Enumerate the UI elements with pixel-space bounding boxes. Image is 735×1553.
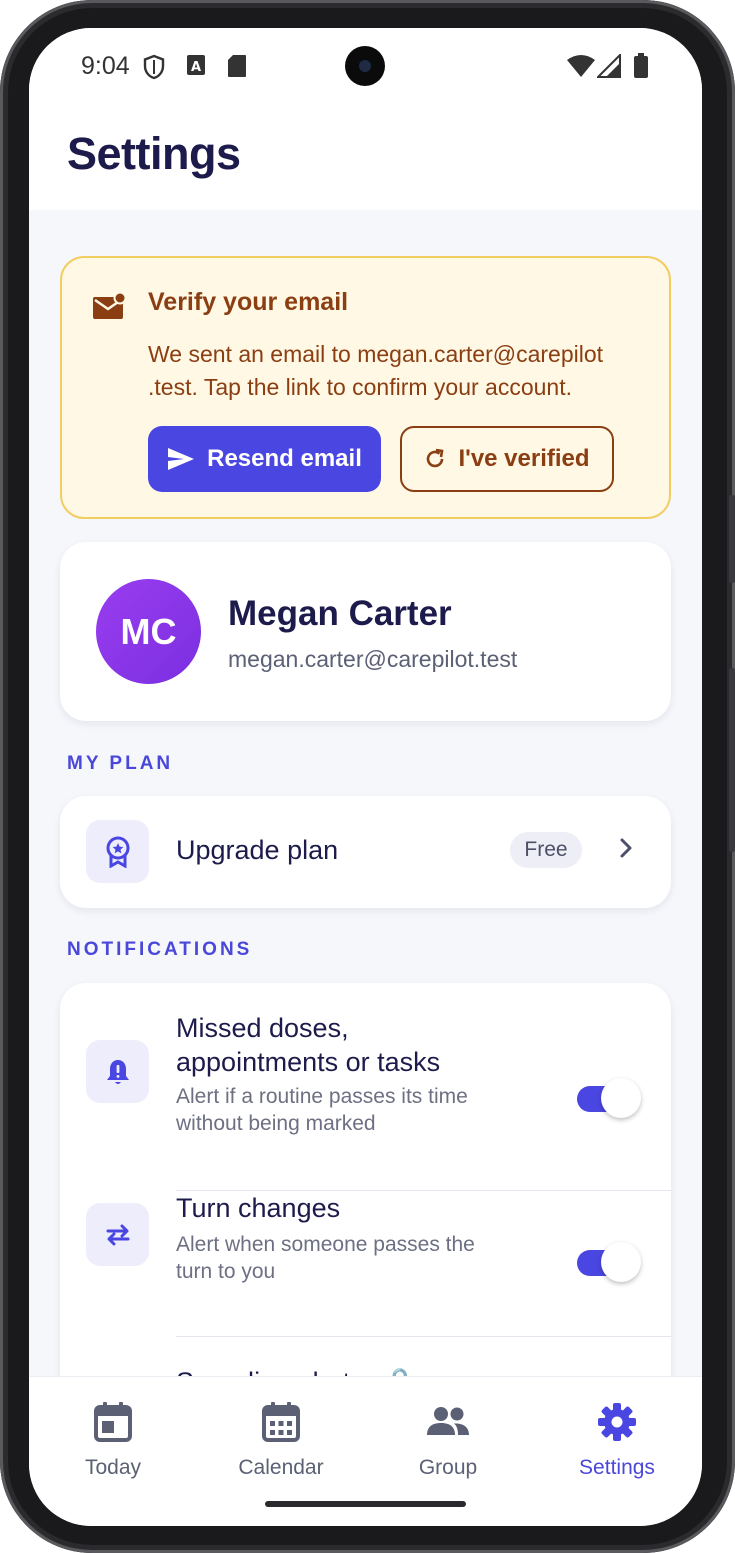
turn-changes-title: Turn changes — [176, 1193, 341, 1223]
power-button — [729, 668, 735, 852]
people-icon — [427, 1407, 469, 1435]
profile-email: megan.carter@carepilot.test — [228, 646, 518, 672]
a-badge-icon: A — [187, 55, 205, 75]
nav-item-calendar[interactable]: Calendar — [211, 1401, 351, 1480]
signal-icon — [597, 54, 621, 78]
section-label-my-plan: MY PLAN — [67, 753, 174, 774]
nav-label-calendar: Calendar — [238, 1456, 324, 1479]
verify-message-line-2: .test. Tap the link to confirm your acco… — [148, 374, 573, 400]
profile-name: Megan Carter — [228, 594, 452, 633]
resend-email-label: Resend email — [207, 445, 362, 472]
nav-label-settings: Settings — [579, 1456, 655, 1479]
missed-doses-description: Alert if a routine passes its time witho… — [176, 1083, 536, 1137]
missed-doses-toggle[interactable] — [577, 1078, 641, 1118]
plan-icon-tile — [86, 820, 149, 883]
section-label-notifications: NOTIFICATIONS — [67, 939, 253, 960]
send-icon — [168, 448, 195, 470]
nav-item-today[interactable]: Today — [43, 1401, 183, 1480]
bell-alert-icon — [106, 1059, 129, 1084]
home-indicator[interactable] — [265, 1501, 466, 1507]
toggle-knob — [601, 1242, 641, 1282]
front-camera — [345, 46, 385, 86]
award-icon — [106, 836, 129, 868]
missed-doses-description-line-2: without being marked — [176, 1112, 376, 1135]
nav-item-settings[interactable]: Settings — [547, 1401, 687, 1480]
battery-icon — [634, 53, 648, 78]
missed-doses-title: Missed doses, appointments or tasks — [176, 1011, 440, 1079]
sd-card-icon — [228, 55, 246, 77]
plan-badge: Free — [510, 832, 582, 868]
mail-alert-icon — [93, 292, 126, 319]
profile-card[interactable]: MC Megan Carter megan.carter@carepilot.t… — [60, 542, 671, 721]
verify-title: Verify your email — [148, 288, 349, 316]
upgrade-plan-label: Upgrade plan — [176, 835, 339, 865]
turn-changes-description-line-1: Alert when someone passes the — [176, 1233, 475, 1256]
bottom-nav: Today Calendar Group Settings — [29, 1376, 702, 1526]
turn-changes-toggle[interactable] — [577, 1242, 641, 1282]
turn-changes-icon-tile — [86, 1203, 149, 1266]
verify-email-banner: Verify your email We sent an email to me… — [60, 256, 671, 519]
upgrade-plan-row[interactable]: Upgrade plan Free — [60, 796, 671, 908]
phone-frame: 9:04 A Settings Verify your email We sen… — [0, 0, 735, 1553]
ive-verified-label: I've verified — [458, 445, 590, 472]
missed-doses-title-line-2: appointments or tasks — [176, 1047, 441, 1077]
notifications-card: Missed doses, appointments or tasks Aler… — [60, 983, 671, 1440]
turn-changes-description-line-2: turn to you — [176, 1260, 276, 1283]
page-header: Settings — [29, 106, 702, 210]
verify-message: We sent an email to megan.carter@carepil… — [148, 338, 648, 404]
missed-doses-description-line-1: Alert if a routine passes its time — [176, 1085, 468, 1108]
ive-verified-button[interactable]: I've verified — [400, 426, 614, 492]
screen: 9:04 A Settings Verify your email We sen… — [29, 28, 702, 1526]
gear-icon — [598, 1403, 636, 1441]
verify-message-line-1: We sent an email to megan.carter@carepil… — [148, 341, 604, 367]
missed-doses-title-line-1: Missed doses, — [176, 1013, 349, 1043]
page-title: Settings — [67, 128, 241, 179]
calendar-grid-icon — [262, 1402, 300, 1442]
status-time: 9:04 — [81, 52, 130, 80]
volume-button — [729, 495, 735, 583]
resend-email-button[interactable]: Resend email — [148, 426, 381, 492]
refresh-icon — [427, 448, 444, 468]
chevron-right-icon — [620, 838, 632, 858]
row-divider — [176, 1336, 671, 1337]
turn-changes-description: Alert when someone passes the turn to yo… — [176, 1231, 536, 1285]
shield-icon — [143, 54, 165, 80]
status-bar: 9:04 A — [29, 28, 702, 106]
wifi-icon — [567, 55, 595, 77]
nav-label-today: Today — [84, 1456, 142, 1479]
swap-arrows-icon — [106, 1224, 129, 1245]
avatar: MC — [96, 579, 201, 684]
calendar-today-icon — [94, 1402, 132, 1442]
missed-icon-tile — [86, 1040, 149, 1103]
nav-label-group: Group — [418, 1456, 478, 1479]
nav-item-group[interactable]: Group — [378, 1401, 518, 1480]
toggle-knob — [601, 1078, 641, 1118]
svg-text:A: A — [191, 60, 201, 75]
